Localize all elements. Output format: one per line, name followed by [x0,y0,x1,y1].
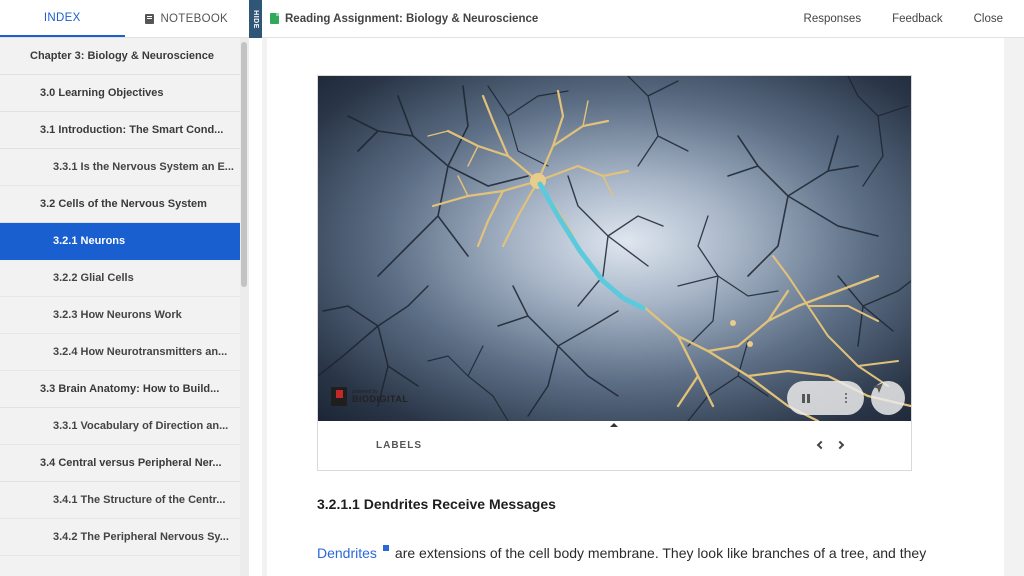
toc-item-label: 3.2.4 How Neurotransmitters an... [53,346,228,358]
glossary-flag-icon[interactable] [382,545,389,551]
close-button[interactable]: Close [974,13,1003,25]
body-paragraph: Dendrites are extensions of the cell body… [317,545,926,561]
toc-item-3-2[interactable]: 3.2 Cells of the Nervous System [0,186,240,223]
brand-name: BIODIGITAL [352,393,409,404]
toc-item-3-2-1[interactable]: 3.2.1 Neurons [0,223,240,260]
toc-item-3-2-2[interactable]: 3.2.2 Glial Cells [0,260,240,297]
document-icon [270,13,279,24]
brand-text: powered by BIODIGITAL [352,389,409,404]
toc-item-3-4-2[interactable]: 3.4.2 The Peripheral Nervous Sy... [0,519,240,556]
header-actions: Responses Feedback Close [773,13,1003,25]
tab-index-label: INDEX [43,11,81,24]
neuron-illustration [318,76,911,421]
chevron-right-icon [835,440,845,450]
toc-item-label: 3.4.2 The Peripheral Nervous Sy... [53,531,229,543]
feedback-button[interactable]: Feedback [892,13,943,25]
toc-item-label: Chapter 3: Biology & Neuroscience [30,50,214,62]
playback-controls [787,381,864,415]
table-of-contents: Chapter 3: Biology & Neuroscience 3.0 Le… [0,38,240,556]
glossary-term-link[interactable]: Dendrites [317,545,377,561]
labels-toggle[interactable]: LABELS [376,440,422,451]
toc-item-3-4-1[interactable]: 3.4.1 The Structure of the Centr... [0,482,240,519]
page-title: Reading Assignment: Biology & Neuroscien… [285,12,539,25]
hide-sidebar-button[interactable]: HIDE [249,0,262,38]
toc-item-chapter-3[interactable]: Chapter 3: Biology & Neuroscience [0,38,240,75]
toc-item-label: 3.1 Introduction: The Smart Cond... [40,124,224,136]
toc-item-3-3-1b[interactable]: 3.3.1 Vocabulary of Direction an... [0,408,240,445]
more-options-button[interactable] [829,381,863,415]
toc-item-3-0[interactable]: 3.0 Learning Objectives [0,75,240,112]
pause-button[interactable] [789,381,823,415]
toc-item-3-2-3[interactable]: 3.2.3 How Neurons Work [0,297,240,334]
sidebar: INDEX NOTEBOOK Chapter 3: Biology & Neur… [0,0,249,576]
previous-label-button[interactable] [812,437,828,453]
labels-bar: LABELS [318,421,911,470]
toc-item-label: 3.4 Central versus Peripheral Ner... [40,457,222,469]
hide-sidebar-label: HIDE [252,9,260,29]
toc-item-3-3-1[interactable]: 3.3.1 Is the Nervous System an E... [0,149,240,186]
section-heading: 3.2.1.1 Dendrites Receive Messages [317,496,556,512]
sidebar-scrollbar[interactable] [240,38,249,576]
toc-item-3-2-4[interactable]: 3.2.4 How Neurotransmitters an... [0,334,240,371]
navigation-arrow-icon [873,383,883,393]
toc-item-3-1[interactable]: 3.1 Introduction: The Smart Cond... [0,112,240,149]
toc-item-label: 3.0 Learning Objectives [40,87,164,99]
biodigital-viewer: powered by BIODIGITAL LABELS [317,75,912,471]
biodigital-logo: powered by BIODIGITAL [331,387,408,406]
chevron-left-icon [816,440,826,450]
tab-index[interactable]: INDEX [0,0,125,37]
toc-item-label: 3.2.2 Glial Cells [53,272,134,284]
tab-notebook[interactable]: NOTEBOOK [125,0,250,37]
toc-item-label: 3.4.1 The Structure of the Centr... [53,494,226,506]
sidebar-tabs: INDEX NOTEBOOK [0,0,249,38]
toc-item-label: 3.2 Cells of the Nervous System [40,198,207,210]
notebook-icon [145,13,155,24]
toc-item-label: 3.3.1 Vocabulary of Direction an... [53,420,229,432]
next-label-button[interactable] [833,437,849,453]
toc-item-3-4[interactable]: 3.4 Central versus Peripheral Ner... [0,445,240,482]
expand-caret-icon[interactable] [610,423,618,427]
toc-item-label: 3.2.1 Neurons [53,235,126,247]
navigate-button[interactable] [871,381,905,415]
responses-button[interactable]: Responses [804,13,862,25]
tab-notebook-label: NOTEBOOK [160,12,229,25]
more-vertical-icon [845,397,847,399]
toc-item-3-3[interactable]: 3.3 Brain Anatomy: How to Build... [0,371,240,408]
reader-header: Reading Assignment: Biology & Neuroscien… [262,0,1024,38]
toc-item-label: 3.2.3 How Neurons Work [53,309,182,321]
toc-item-label: 3.3 Brain Anatomy: How to Build... [40,383,220,395]
paragraph-text: are extensions of the cell body membrane… [394,545,927,561]
biodigital-mark-icon [331,387,347,406]
toc-item-label: 3.3.1 Is the Nervous System an E... [53,161,234,173]
pause-icon [802,393,810,403]
neuron-3d-scene[interactable]: powered by BIODIGITAL [318,76,911,421]
sidebar-scroll-thumb[interactable] [241,42,247,287]
